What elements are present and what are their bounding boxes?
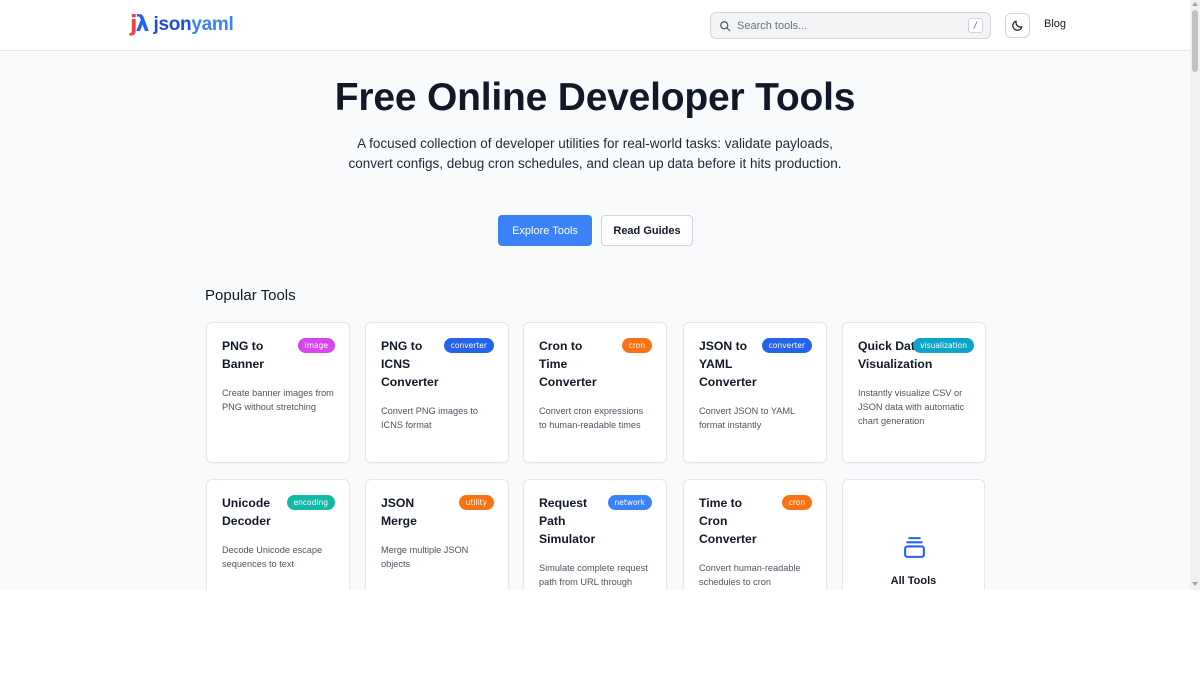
category-badge: converter	[761, 338, 812, 353]
logo-icon: jλ	[130, 12, 150, 37]
tool-description: Convert cron expressions to human-readab…	[539, 406, 644, 430]
top-nav: jλ jsonyaml / Blog	[0, 0, 1190, 51]
all-tools-label: All Tools	[890, 575, 937, 587]
card-header: JSON Merge utility	[381, 494, 494, 530]
search-shortcut-key: /	[968, 18, 983, 33]
read-guides-button[interactable]: Read Guides	[601, 215, 693, 246]
card-header: Unicode Decoder encoding	[222, 494, 335, 530]
tool-card-png-to-icns[interactable]: PNG to ICNS Converter converter Convert …	[365, 322, 509, 463]
tool-card-json-to-yaml[interactable]: JSON to YAML Converter converter Convert…	[683, 322, 827, 463]
tool-description: Convert JSON to YAML format instantly	[699, 406, 795, 430]
hero-subtitle: A focused collection of developer utilit…	[348, 136, 842, 171]
category-badge: converter	[443, 338, 494, 353]
category-badge: cron	[781, 495, 812, 510]
all-tools-card[interactable]: All Tools	[842, 479, 985, 590]
card-header: JSON to YAML Converter converter	[699, 337, 812, 391]
category-badge: cron	[621, 338, 652, 353]
tool-card-unicode-decoder[interactable]: Unicode Decoder encoding Decode Unicode …	[206, 479, 350, 590]
tool-card-time-to-cron[interactable]: Time to Cron Converter cron Convert huma…	[683, 479, 827, 590]
card-header: Request Path Simulator network	[539, 494, 652, 548]
category-badge: network	[607, 495, 652, 510]
site-logo[interactable]: jλ jsonyaml	[130, 12, 234, 37]
tool-description: Convert human-readable schedules to cron…	[699, 563, 801, 587]
category-badge: utility	[458, 495, 494, 510]
stack-icon	[904, 537, 925, 558]
search-box[interactable]: /	[710, 12, 991, 39]
card-header: Cron to Time Converter cron	[539, 337, 652, 391]
logo-text: jsonyaml	[153, 14, 233, 36]
category-badge: image	[297, 338, 335, 353]
scrollbar-thumb[interactable]	[1192, 10, 1198, 72]
logo-mark-lambda: λ	[135, 12, 150, 37]
logo-text-json: json	[153, 13, 192, 35]
tool-description: Convert PNG images to ICNS format	[381, 406, 479, 430]
moon-icon	[1012, 20, 1023, 31]
tool-card-request-path-simulator[interactable]: Request Path Simulator network Simulate …	[523, 479, 667, 590]
tool-card-json-merge[interactable]: JSON Merge utility Merge multiple JSON o…	[365, 479, 509, 590]
card-header: Quick Data Visualization visualization	[858, 337, 974, 373]
tool-description: Decode Unicode escape sequences to text	[222, 545, 323, 569]
category-badge: encoding	[286, 495, 335, 510]
hero-title: Free Online Developer Tools	[334, 76, 856, 119]
tool-description: Simulate complete request path from URL …	[539, 563, 648, 587]
tool-description: Create banner images from PNG without st…	[222, 388, 334, 412]
page-viewport: jλ jsonyaml / Blog Free Online Developer…	[0, 0, 1190, 590]
blog-link[interactable]: Blog	[1044, 18, 1066, 30]
vertical-scrollbar[interactable]	[1190, 0, 1200, 590]
theme-toggle-button[interactable]	[1005, 13, 1030, 38]
blank-area	[0, 590, 1200, 675]
scroll-down-arrow-icon[interactable]	[1192, 582, 1198, 586]
tool-description: Instantly visualize CSV or JSON data wit…	[858, 388, 965, 426]
tool-card-cron-to-time[interactable]: Cron to Time Converter cron Convert cron…	[523, 322, 667, 463]
tool-card-quick-data-visualization[interactable]: Quick Data Visualization visualization I…	[842, 322, 986, 463]
popular-tools-heading: Popular Tools	[205, 287, 296, 304]
scroll-up-arrow-icon[interactable]	[1192, 2, 1198, 6]
explore-tools-button[interactable]: Explore Tools	[498, 215, 592, 246]
category-badge: visualization	[913, 338, 974, 353]
search-icon	[720, 20, 731, 31]
card-header: Time to Cron Converter cron	[699, 494, 812, 548]
tool-card-png-to-banner[interactable]: PNG to Banner image Create banner images…	[206, 322, 350, 463]
card-header: PNG to ICNS Converter converter	[381, 337, 494, 391]
tool-description: Merge multiple JSON objects	[381, 545, 469, 569]
search-input[interactable]	[737, 19, 957, 32]
card-header: PNG to Banner image	[222, 337, 335, 373]
logo-text-yaml: yaml	[191, 13, 234, 35]
